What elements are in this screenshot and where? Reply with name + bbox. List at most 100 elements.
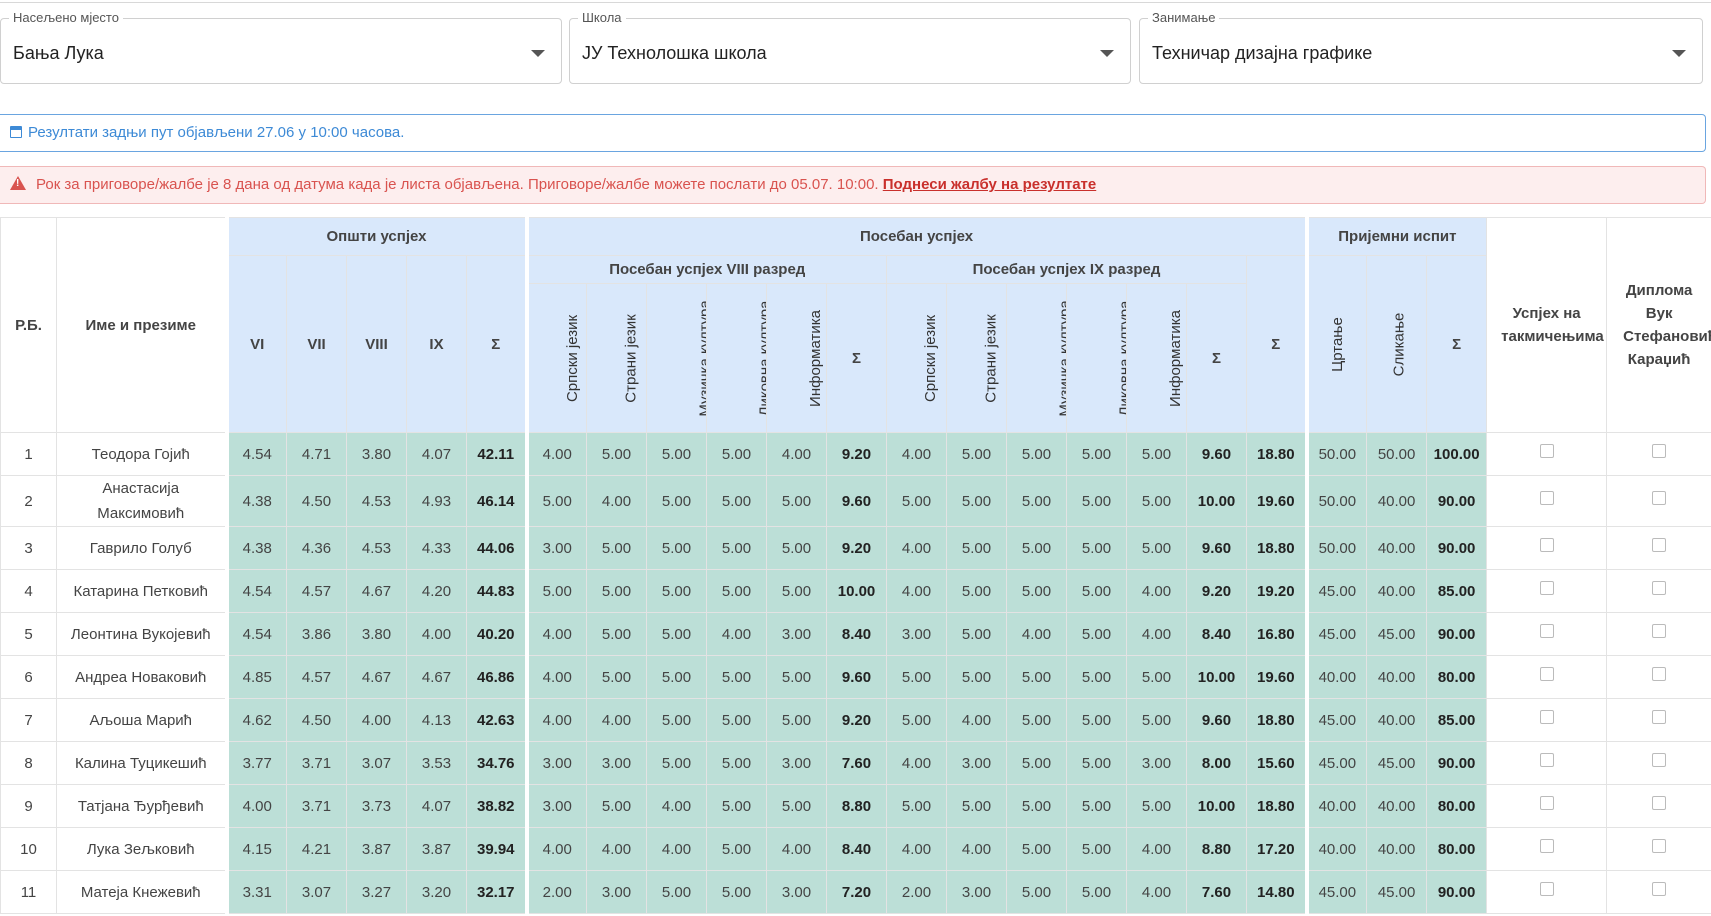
diploma-checkbox[interactable] [1652, 666, 1667, 681]
diploma-checkbox[interactable] [1652, 795, 1667, 810]
entrance-sum-cell: 100.00 [1426, 432, 1488, 476]
competition-checkbox[interactable] [1539, 752, 1554, 767]
general-sum-cell: 42.63 [465, 698, 528, 742]
entrance-score-cell: 50.00 [1304, 526, 1368, 570]
ix-art-header: Ликовна култура [1066, 283, 1128, 433]
diploma-checkbox[interactable] [1652, 752, 1667, 767]
special-total-cell: 18.80 [1246, 526, 1308, 570]
diploma-cell [1606, 526, 1711, 570]
viii-grade-cell: 5.00 [646, 741, 708, 785]
chevron-down-icon [1100, 50, 1114, 57]
entrance-score-cell: 40.00 [1366, 827, 1428, 871]
viii-grade-cell: 5.00 [646, 655, 708, 699]
top-divider [0, 2, 1711, 3]
competition-checkbox[interactable] [1539, 623, 1554, 638]
entrance-score-cell: 45.00 [1366, 612, 1428, 656]
entrance-score-cell: 40.00 [1366, 526, 1428, 570]
student-name: Андреа Новаковић [56, 655, 227, 699]
ix-grade-cell: 4.00 [1126, 870, 1188, 914]
row-number: 1 [0, 432, 57, 476]
general-grade-cell: 4.54 [224, 612, 287, 656]
place-select-label: Насељено мјесто [9, 10, 123, 25]
competition-checkbox[interactable] [1539, 537, 1554, 552]
diploma-cell [1606, 432, 1711, 476]
ix-grade-cell: 5.00 [946, 475, 1008, 527]
school-select-label: Школа [578, 10, 626, 25]
entrance-score-cell: 50.00 [1304, 432, 1368, 476]
general-grade-cell: 3.31 [224, 870, 287, 914]
general-sum-cell: 44.06 [465, 526, 528, 570]
ix-sum-cell: 10.00 [1186, 475, 1248, 527]
viii-sum-cell: 9.60 [826, 475, 888, 527]
competition-cell [1486, 870, 1608, 914]
competition-checkbox[interactable] [1539, 666, 1554, 681]
viii-grade-cell: 5.00 [646, 569, 708, 613]
diploma-checkbox[interactable] [1652, 580, 1667, 595]
general-grade-cell: 4.67 [346, 655, 407, 699]
viii-grade-cell: 5.00 [766, 526, 828, 570]
occupation-select[interactable]: Занимање Техничар дизајна графике [1139, 10, 1703, 84]
ix-grade-cell: 5.00 [1006, 569, 1068, 613]
chevron-down-icon [1672, 50, 1686, 57]
general-grade-cell: 4.85 [224, 655, 287, 699]
entrance-sum-cell: 80.00 [1426, 827, 1488, 871]
table-row: 4 Катарина Петковић 4.54 4.57 4.67 4.20 44.83 5… [0, 569, 1711, 613]
ix-grade-cell: 4.00 [1006, 612, 1068, 656]
general-grade-cell: 3.80 [346, 432, 407, 476]
calendar-icon [10, 126, 22, 138]
viii-grade-cell: 5.00 [706, 870, 768, 914]
general-grade-cell: 4.50 [286, 475, 347, 527]
competition-checkbox[interactable] [1539, 580, 1554, 595]
viii-grade-cell: 5.00 [646, 432, 708, 476]
table-row: 11 Матеја Кнежевић 3.31 3.07 3.27 3.20 32.17 2.… [0, 870, 1711, 914]
diploma-checkbox[interactable] [1652, 709, 1667, 724]
competition-checkbox[interactable] [1539, 838, 1554, 853]
diploma-checkbox[interactable] [1652, 838, 1667, 853]
table-row: 5 Леонтина Вукојевић 4.54 3.86 3.80 4.00 40.20… [0, 612, 1711, 656]
row-number: 4 [0, 569, 57, 613]
general-grade-cell: 4.20 [406, 569, 467, 613]
diploma-checkbox[interactable] [1652, 537, 1667, 552]
entrance-drawing-label: Цртање [1328, 316, 1346, 372]
viii-grade-cell: 5.00 [586, 784, 648, 828]
ix-serbian-header: Српски језик [886, 283, 948, 433]
viii-sum-header: Σ [826, 283, 888, 433]
competition-checkbox[interactable] [1539, 443, 1554, 458]
ix-grade-cell: 5.00 [946, 569, 1008, 613]
ix-grade-cell: 4.00 [1126, 612, 1188, 656]
submit-appeal-link[interactable]: Поднеси жалбу на резултате [883, 176, 1096, 193]
general-grade-cell: 3.71 [286, 784, 347, 828]
viii-grade-cell: 5.00 [646, 612, 708, 656]
entrance-sum-cell: 85.00 [1426, 569, 1488, 613]
viii-art-label: Ликовна култура [756, 300, 767, 416]
ix-grade-cell: 5.00 [946, 432, 1008, 476]
diploma-cell [1606, 655, 1711, 699]
entrance-score-cell: 40.00 [1366, 655, 1428, 699]
ix-grade-cell: 4.00 [946, 827, 1008, 871]
competition-checkbox[interactable] [1539, 490, 1554, 505]
diploma-checkbox[interactable] [1652, 490, 1667, 505]
viii-grade-cell: 5.00 [646, 475, 708, 527]
competition-checkbox[interactable] [1539, 709, 1554, 724]
viii-grade-cell: 5.00 [706, 827, 768, 871]
diploma-checkbox[interactable] [1652, 623, 1667, 638]
entrance-score-cell: 40.00 [1304, 784, 1368, 828]
ix-grade-cell: 4.00 [1126, 569, 1188, 613]
competition-cell [1486, 784, 1608, 828]
competition-checkbox[interactable] [1539, 795, 1554, 810]
competition-checkbox[interactable] [1539, 881, 1554, 896]
competition-cell [1486, 432, 1608, 476]
diploma-checkbox[interactable] [1652, 443, 1667, 458]
rb-header: Р.Б. [0, 217, 57, 433]
ix-serbian-label: Српски језик [922, 314, 940, 402]
school-select[interactable]: Школа ЈУ Технолошка школа [569, 10, 1131, 84]
diploma-checkbox[interactable] [1652, 881, 1667, 896]
viii-grade-cell: 4.00 [524, 432, 588, 476]
special-total-cell: 18.80 [1246, 784, 1308, 828]
row-number: 7 [0, 698, 57, 742]
table-row: 7 Аљоша Марић 4.62 4.50 4.00 4.13 42.63 4.00 4.0… [0, 698, 1711, 742]
ix-grade-cell: 2.00 [886, 870, 948, 914]
ix-grade-cell: 5.00 [1006, 475, 1068, 527]
place-select[interactable]: Насељено мјесто Бања Лука [0, 10, 562, 84]
special-total-cell: 14.80 [1246, 870, 1308, 914]
